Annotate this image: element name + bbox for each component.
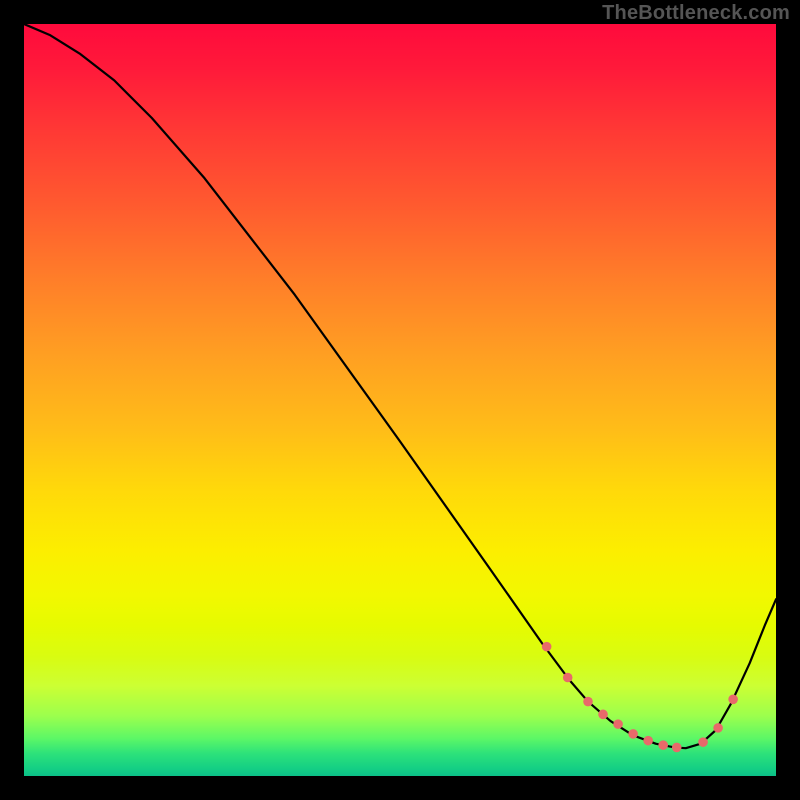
curve-marker (583, 697, 593, 707)
curve-marker (563, 673, 573, 683)
watermark-text: TheBottleneck.com (602, 2, 790, 25)
chart-frame: TheBottleneck.com (0, 0, 800, 800)
curve-marker (542, 642, 552, 652)
plot-area (24, 24, 776, 776)
chart-overlay (24, 24, 776, 776)
bottleneck-curve (24, 24, 776, 748)
curve-marker (598, 710, 608, 720)
curve-marker (728, 694, 738, 704)
curve-marker (698, 737, 708, 747)
curve-marker (658, 740, 668, 750)
curve-marker (713, 723, 723, 733)
curve-marker (643, 736, 653, 746)
curve-marker (628, 729, 638, 739)
curve-marker (613, 719, 623, 729)
curve-marker (672, 743, 682, 753)
